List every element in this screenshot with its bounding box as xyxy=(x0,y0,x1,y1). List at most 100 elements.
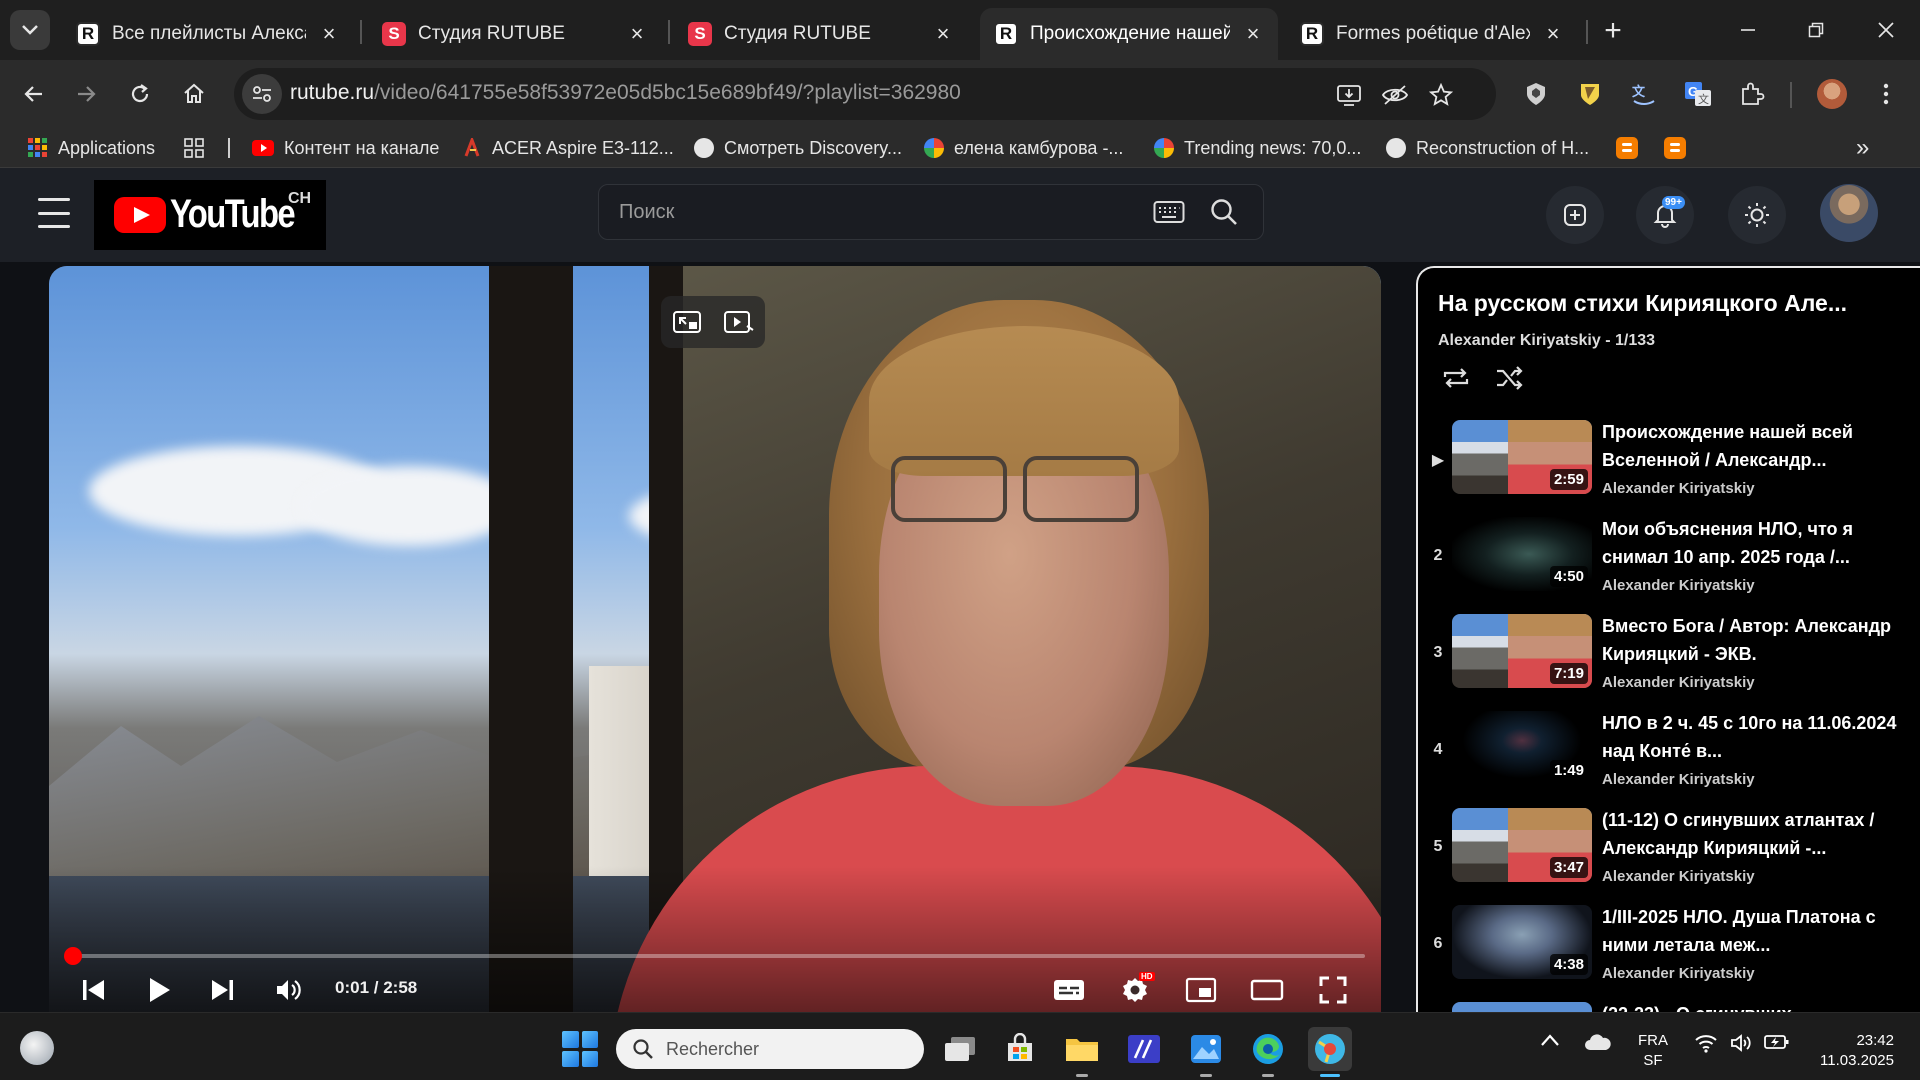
taskbar-search-input[interactable] xyxy=(666,1037,906,1061)
account-avatar[interactable] xyxy=(1820,184,1878,242)
picture-in-picture-exit-icon[interactable] xyxy=(672,308,702,336)
minimize-button[interactable] xyxy=(1728,12,1768,48)
theme-toggle-button[interactable] xyxy=(1728,186,1786,244)
bookmark-discovery[interactable]: Смотреть Discovery... xyxy=(694,134,902,162)
playlist-item[interactable]: 2 4:50 Мои объяснения НЛО, что я снимал … xyxy=(1418,513,1920,605)
playlist-item[interactable]: (22-23) - О сгинувших xyxy=(1418,998,1920,1012)
more-bookmarks-button[interactable]: » xyxy=(1856,134,1869,162)
loop-playlist-button[interactable] xyxy=(1438,360,1474,396)
playlist-item[interactable]: 6 4:38 1/III-2025 НЛО. Душа Платона с ни… xyxy=(1418,901,1920,993)
bookmark-channel-content[interactable]: Контент на канале xyxy=(252,134,439,162)
tab-rutube-studio-2[interactable]: S Студия RUTUBE × xyxy=(674,8,968,60)
playlist-item-text: 1/III-2025 НЛО. Душа Платона с ними лета… xyxy=(1602,903,1902,982)
edge-browser-button[interactable] xyxy=(1246,1027,1290,1077)
close-icon[interactable]: × xyxy=(1542,21,1564,46)
show-hidden-icons-button[interactable] xyxy=(1540,1033,1560,1047)
input-language-indicator[interactable]: FRA SF xyxy=(1638,1031,1668,1071)
close-window-button[interactable] xyxy=(1866,12,1906,48)
bookmark-blogger-1[interactable] xyxy=(1616,134,1638,162)
extension-google-translate[interactable]: G文 xyxy=(1680,76,1716,112)
settings-button[interactable]: HD xyxy=(1115,970,1155,1010)
hide-tracking-button[interactable] xyxy=(1380,80,1410,110)
previous-button[interactable] xyxy=(73,970,113,1010)
search-icon[interactable] xyxy=(1209,197,1239,227)
site-info-button[interactable] xyxy=(242,74,282,114)
restore-button[interactable] xyxy=(1796,12,1836,48)
chrome-browser-button[interactable] xyxy=(1308,1027,1352,1077)
close-icon[interactable]: × xyxy=(932,21,954,46)
video-player[interactable]: 0:01 / 2:58 HD xyxy=(49,266,1381,1012)
bookmark-trending-news[interactable]: Trending news: 70,0... xyxy=(1154,134,1361,162)
theater-mode-button[interactable] xyxy=(1247,970,1287,1010)
keyboard-icon[interactable] xyxy=(1153,199,1185,225)
playlist-item[interactable]: 3 7:19 Вместо Бога / Автор: Александр Ки… xyxy=(1418,610,1920,702)
extensions-button[interactable] xyxy=(1734,76,1770,112)
bookmark-blogger-2[interactable] xyxy=(1664,134,1686,162)
battery-tray-icon[interactable] xyxy=(1764,1033,1790,1051)
menu-icon[interactable] xyxy=(38,198,70,228)
play-button[interactable] xyxy=(139,970,179,1010)
skip-previous-icon xyxy=(83,980,104,1000)
fullscreen-button[interactable] xyxy=(1313,970,1353,1010)
extension-translator[interactable]: 文 xyxy=(1626,76,1662,112)
progress-bar[interactable] xyxy=(63,947,1365,965)
bookmarks-bar: Applications Контент на канале ACER Aspi… xyxy=(0,128,1920,168)
tab-search-button[interactable] xyxy=(10,10,50,50)
network-tray-icon[interactable] xyxy=(1694,1033,1718,1053)
next-button[interactable] xyxy=(203,970,243,1010)
photos-app-button[interactable] xyxy=(1184,1027,1228,1077)
create-button[interactable] xyxy=(1546,186,1604,244)
profile-button[interactable] xyxy=(1814,76,1850,112)
youtube-logo[interactable]: YouTube CH xyxy=(94,180,326,250)
shuffle-playlist-button[interactable] xyxy=(1492,360,1528,396)
weather-widget-icon[interactable] xyxy=(20,1031,54,1065)
bookmark-tab-groups[interactable] xyxy=(184,134,204,162)
speaker-icon xyxy=(1731,1034,1751,1052)
notifications-button[interactable]: 99+ xyxy=(1636,186,1694,244)
new-tab-button[interactable]: + xyxy=(1596,14,1630,48)
back-button[interactable] xyxy=(12,72,56,116)
close-icon[interactable]: × xyxy=(626,21,648,46)
extension-shield-yellow[interactable] xyxy=(1572,76,1608,112)
playlist-index: 5 xyxy=(1433,838,1443,855)
search-input[interactable] xyxy=(619,197,1099,227)
task-view-button[interactable] xyxy=(938,1027,982,1071)
tab-current-video[interactable]: R Происхождение нашей × xyxy=(980,8,1278,60)
extension-shield[interactable] xyxy=(1518,76,1554,112)
subtitles-button[interactable] xyxy=(1049,970,1089,1010)
volume-tray-icon[interactable] xyxy=(1730,1033,1754,1053)
install-app-button[interactable] xyxy=(1334,80,1364,110)
bookmark-acer[interactable]: ACER Aspire E3-112... xyxy=(462,134,674,162)
home-button[interactable] xyxy=(172,72,216,116)
close-icon[interactable]: × xyxy=(318,21,340,46)
playlist-item[interactable]: ▶ 2:59 Происхождение нашей всей Вселенно… xyxy=(1418,416,1920,508)
file-explorer-button[interactable] xyxy=(1060,1027,1104,1077)
start-button[interactable] xyxy=(562,1031,598,1067)
address-bar[interactable]: rutube.ru/video/641755e58f53972e05d5bc15… xyxy=(234,68,1496,120)
forward-button[interactable] xyxy=(64,72,108,116)
bookmark-reconstruction[interactable]: Reconstruction of H... xyxy=(1386,134,1589,162)
app-button-math[interactable] xyxy=(1122,1027,1166,1071)
playlist-item[interactable]: 4 1:49 НЛО в 2 ч. 45 с 10го на 11.06.202… xyxy=(1418,707,1920,799)
bookmark-kamburova[interactable]: елена камбурова -... xyxy=(924,134,1123,162)
tab-all-playlists[interactable]: R Все плейлисты Александ × xyxy=(62,8,354,60)
miniplayer-button[interactable] xyxy=(1181,970,1221,1010)
playlist-item[interactable]: 5 3:47 (11-12) О сгинувших атлантах / Ал… xyxy=(1418,804,1920,896)
playlist-title[interactable]: На русском стихи Кирияцкого Але... xyxy=(1438,290,1908,317)
system-clock[interactable]: 23:42 11.03.2025 xyxy=(1808,1031,1894,1071)
bookmark-applications[interactable]: Applications xyxy=(28,134,155,162)
close-icon xyxy=(1878,22,1894,38)
onedrive-tray-icon[interactable] xyxy=(1584,1033,1612,1051)
autoplay-icon[interactable] xyxy=(723,308,755,336)
close-icon[interactable]: × xyxy=(1242,21,1264,46)
volume-button[interactable] xyxy=(269,970,309,1010)
microsoft-store-button[interactable] xyxy=(998,1027,1042,1071)
tab-formes-poetique[interactable]: R Formes poétique d'Alexa × xyxy=(1286,8,1578,60)
browser-menu-button[interactable] xyxy=(1868,76,1904,112)
url-text[interactable]: rutube.ru/video/641755e58f53972e05d5bc15… xyxy=(290,81,961,105)
reload-button[interactable] xyxy=(118,72,162,116)
progress-scrubber[interactable] xyxy=(63,947,82,965)
bookmark-label: елена камбурова -... xyxy=(954,137,1124,158)
tab-rutube-studio-1[interactable]: S Студия RUTUBE × xyxy=(368,8,662,60)
bookmark-star-button[interactable] xyxy=(1426,80,1456,110)
